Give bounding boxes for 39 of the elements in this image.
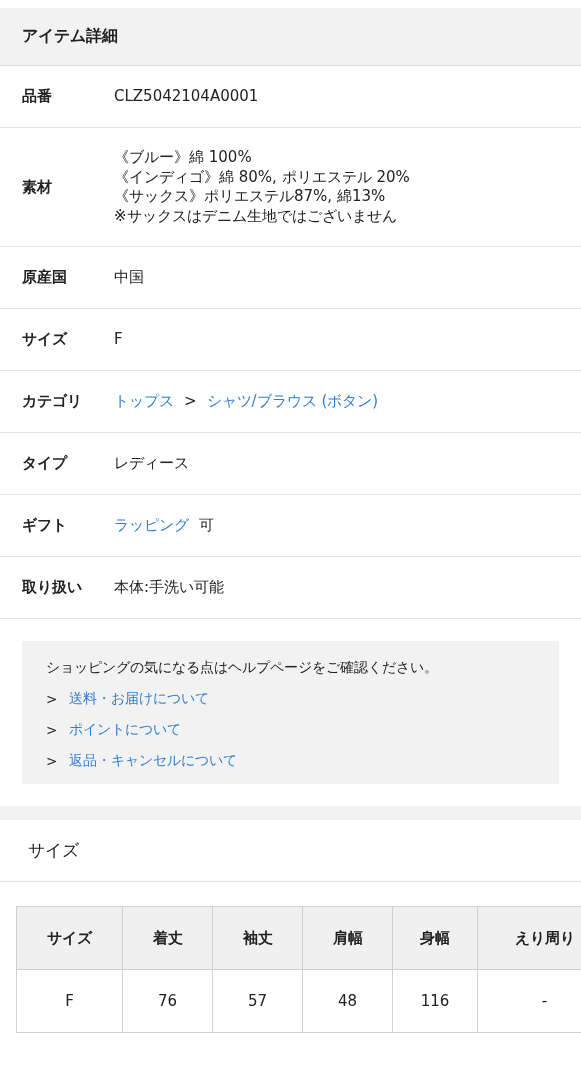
chevron-marker: > [46,753,58,769]
detail-value: 本体:手洗い可能 [114,577,225,598]
column-header: えり周り [477,906,581,970]
section-title: サイズ [28,839,79,862]
column-header: 肩幅 [302,906,393,970]
table-cell: F [16,969,123,1033]
help-link[interactable]: 返品・キャンセルについて [69,752,238,770]
chevron-marker: > [46,722,58,738]
detail-label: 素材 [22,177,53,197]
help-link[interactable]: 送料・お届けについて [69,690,210,708]
detail-label: 取り扱い [22,578,83,597]
column-header: 着丈 [122,906,213,970]
detail-label: カテゴリ [22,392,83,411]
category-link[interactable]: トップス [114,391,174,412]
category-link[interactable]: シャツ/ブラウス (ボタン) [206,391,379,412]
category-link[interactable]: ラッピング [114,515,189,536]
detail-value: 可 [199,515,214,536]
detail-label: ギフト [22,516,68,535]
detail-value: 《ブルー》綿 100% 《インディゴ》綿 80%, ポリエステル 20% 《サックス》ポリエステル87%, 綿13% ※サックスはデニム生地ではございません [114,148,410,226]
table-cell: 57 [212,969,303,1033]
detail-label: サイズ [22,330,69,349]
detail-value: レディース [114,453,189,474]
detail-label: 品番 [22,87,53,106]
table-cell: 76 [122,969,213,1033]
detail-value: CLZ5042104A0001 [114,86,259,107]
breadcrumb-separator: > [184,391,197,412]
detail-label: タイプ [22,454,69,473]
table-cell: 116 [392,969,478,1033]
help-link[interactable]: ポイントについて [69,721,182,739]
table-cell: 48 [302,969,393,1033]
help-message: ショッピングの気になる点はヘルプページをご確認ください。 [46,659,439,677]
header-title: アイテム詳細 [22,26,118,47]
column-header: サイズ [16,906,123,970]
chevron-marker: > [46,691,58,707]
column-header: 袖丈 [212,906,303,970]
column-header: 身幅 [392,906,478,970]
detail-label: 原産国 [22,268,68,287]
detail-value: 中国 [114,267,144,288]
detail-value: F [114,329,123,350]
